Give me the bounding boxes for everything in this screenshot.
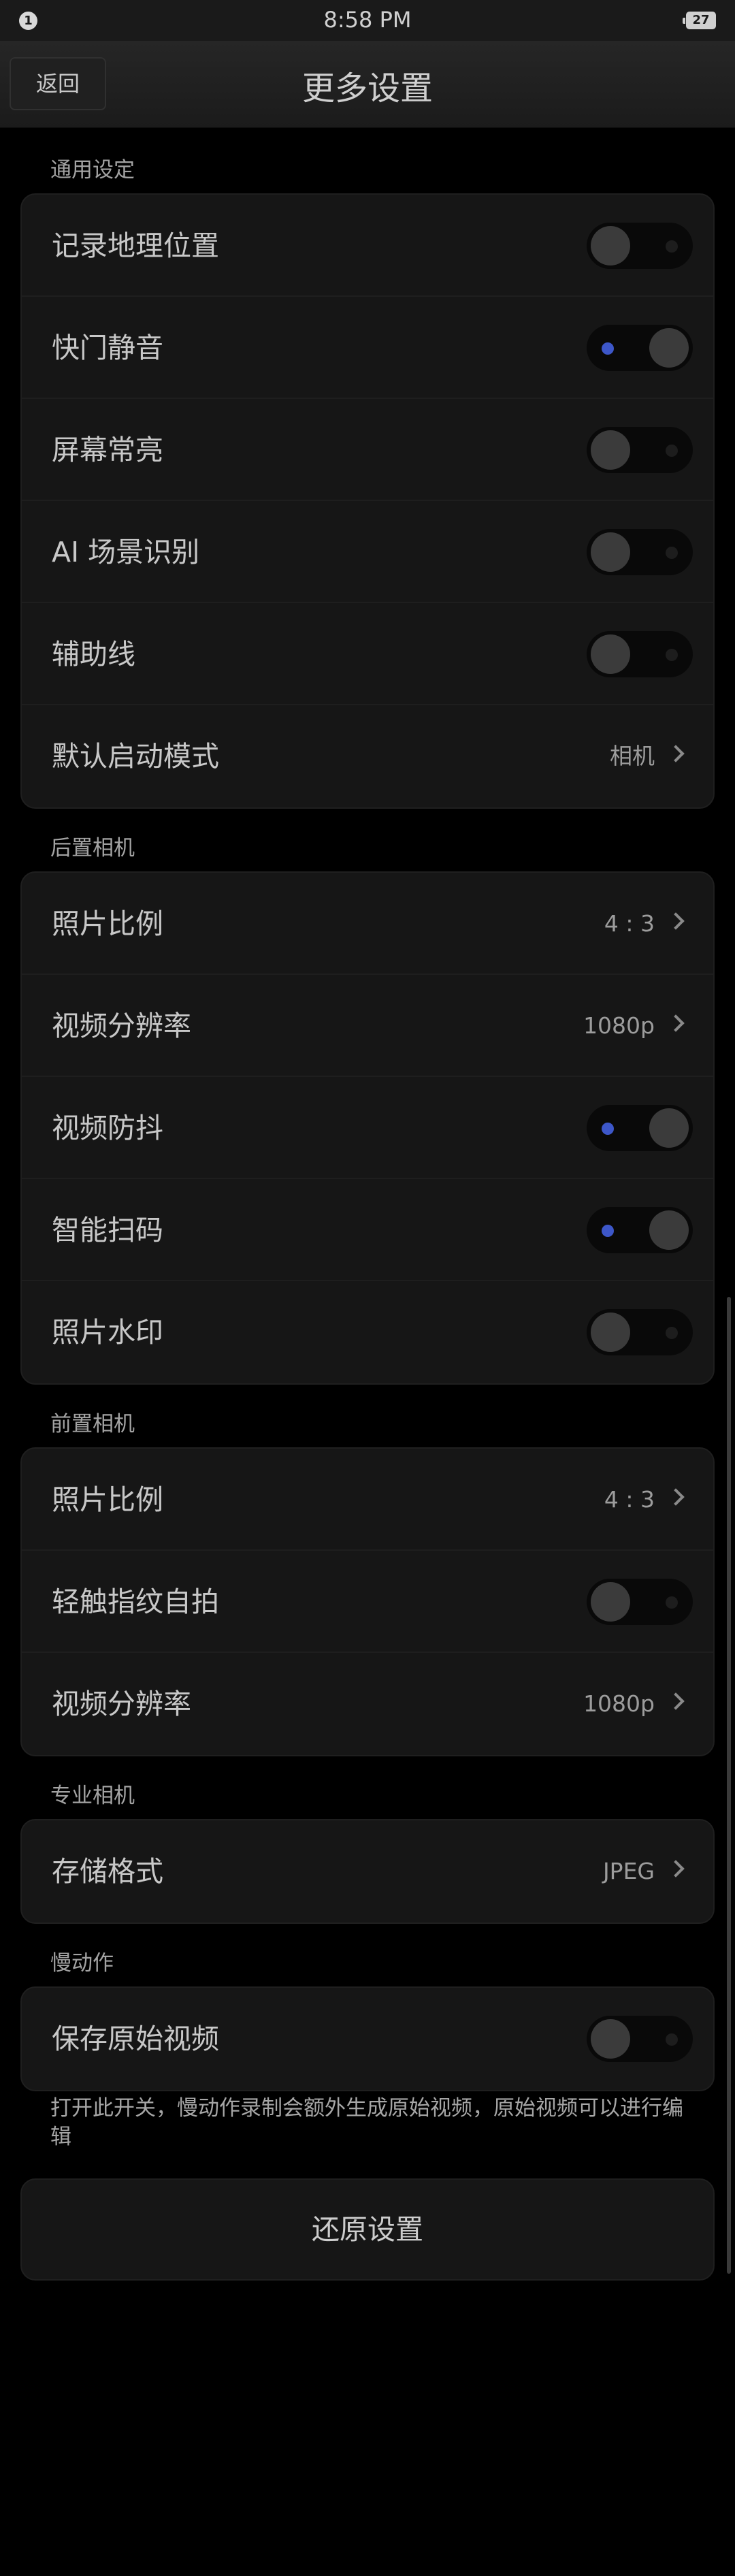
section-label-general: 通用设定	[50, 158, 135, 182]
screen-on-toggle[interactable]	[587, 427, 693, 473]
toggle-indicator-icon	[666, 1327, 678, 1339]
grid-lines-toggle[interactable]	[587, 631, 693, 677]
toggle-indicator-icon	[602, 342, 614, 355]
chevron-right-icon	[667, 912, 685, 930]
setting-value: 1080p	[583, 1012, 655, 1039]
setting-row-grid-lines[interactable]: 辅助线	[22, 603, 713, 705]
location-toggle[interactable]	[587, 223, 693, 269]
section-label-pro-camera: 专业相机	[50, 1784, 135, 1808]
setting-row-ai-scene[interactable]: AI 场景识别	[22, 501, 713, 603]
settings-card-rear-camera: 照片比例 4 : 3 视频分辨率 1080p 视频防抖 智能扫码 照片水印	[20, 871, 715, 1385]
setting-label: 照片水印	[52, 1316, 163, 1349]
chevron-right-icon	[667, 1488, 685, 1506]
setting-row-front-video-resolution[interactable]: 视频分辨率 1080p	[22, 1653, 713, 1755]
section-label-front-camera: 前置相机	[50, 1412, 135, 1436]
toggle-indicator-icon	[666, 2033, 678, 2046]
setting-row-fingerprint-selfie[interactable]: 轻触指纹自拍	[22, 1551, 713, 1653]
video-stabilization-toggle[interactable]	[587, 1105, 693, 1151]
setting-row-rear-video-resolution[interactable]: 视频分辨率 1080p	[22, 975, 713, 1077]
battery-icon: 27	[683, 12, 716, 29]
setting-label: AI 场景识别	[52, 536, 200, 568]
setting-row-video-stabilization[interactable]: 视频防抖	[22, 1077, 713, 1179]
setting-row-smart-scan[interactable]: 智能扫码	[22, 1179, 713, 1281]
setting-label: 轻触指纹自拍	[52, 1585, 219, 1618]
shutter-mute-toggle[interactable]	[587, 325, 693, 371]
setting-label: 快门静音	[52, 332, 163, 364]
photo-watermark-toggle[interactable]	[587, 1309, 693, 1355]
toggle-knob	[649, 1210, 689, 1250]
setting-row-rear-photo-ratio[interactable]: 照片比例 4 : 3	[22, 873, 713, 975]
toggle-knob	[591, 634, 630, 674]
setting-label: 辅助线	[52, 638, 135, 671]
setting-row-front-photo-ratio[interactable]: 照片比例 4 : 3	[22, 1449, 713, 1551]
toggle-indicator-icon	[666, 240, 678, 253]
smart-scan-toggle[interactable]	[587, 1207, 693, 1253]
setting-label: 存储格式	[52, 1855, 163, 1888]
setting-row-photo-watermark[interactable]: 照片水印	[22, 1281, 713, 1383]
reset-settings-button[interactable]: 还原设置	[20, 2178, 715, 2281]
toggle-indicator-icon	[602, 1225, 614, 1237]
chevron-right-icon	[667, 745, 685, 762]
toggle-knob	[591, 2019, 630, 2059]
toggle-knob	[591, 430, 630, 470]
setting-label: 视频分辨率	[52, 1010, 191, 1042]
scrollbar[interactable]	[727, 1297, 731, 2274]
toggle-indicator-icon	[666, 445, 678, 457]
toggle-indicator-icon	[666, 649, 678, 661]
nav-header: 返回 更多设置	[0, 41, 735, 128]
setting-value: 4 : 3	[604, 1486, 655, 1513]
status-bar: 1 8:58 PM 27	[0, 0, 735, 41]
setting-label: 屏幕常亮	[52, 434, 163, 466]
slow-motion-note: 打开此开关，慢动作录制会额外生成原始视频，原始视频可以进行编辑	[50, 2096, 683, 2149]
setting-value: 相机	[610, 743, 655, 769]
chevron-right-icon	[667, 1014, 685, 1032]
setting-label: 记录地理位置	[52, 229, 219, 262]
settings-card-pro-camera: 存储格式 JPEG	[20, 1819, 715, 1924]
setting-label: 默认启动模式	[52, 740, 219, 773]
setting-row-location[interactable]: 记录地理位置	[22, 195, 713, 297]
status-time: 8:58 PM	[323, 7, 412, 33]
fingerprint-selfie-toggle[interactable]	[587, 1579, 693, 1625]
toggle-indicator-icon	[666, 547, 678, 559]
chevron-right-icon	[667, 1692, 685, 1710]
toggle-indicator-icon	[602, 1123, 614, 1135]
setting-label: 智能扫码	[52, 1214, 163, 1246]
toggle-knob	[591, 532, 630, 572]
settings-card-general: 记录地理位置 快门静音 屏幕常亮 AI 场景识别 辅助线 默认启动模式 相机	[20, 193, 715, 809]
toggle-knob	[591, 1582, 630, 1622]
setting-row-storage-format[interactable]: 存储格式 JPEG	[22, 1820, 713, 1922]
toggle-knob	[591, 1313, 630, 1352]
section-label-rear-camera: 后置相机	[50, 836, 135, 860]
setting-label: 照片比例	[52, 1483, 163, 1516]
setting-value: JPEG	[602, 1858, 655, 1884]
setting-row-save-original-video[interactable]: 保存原始视频	[22, 1988, 713, 2090]
setting-label: 视频防抖	[52, 1112, 163, 1144]
setting-row-shutter-mute[interactable]: 快门静音	[22, 297, 713, 399]
toggle-indicator-icon	[666, 1596, 678, 1609]
chevron-right-icon	[667, 1860, 685, 1878]
settings-card-front-camera: 照片比例 4 : 3 轻触指纹自拍 视频分辨率 1080p	[20, 1447, 715, 1756]
toggle-knob	[649, 328, 689, 368]
setting-label: 保存原始视频	[52, 2023, 219, 2055]
setting-row-screen-on[interactable]: 屏幕常亮	[22, 399, 713, 501]
setting-value: 4 : 3	[604, 910, 655, 937]
toggle-knob	[591, 226, 630, 265]
setting-label: 照片比例	[52, 907, 163, 940]
save-original-video-toggle[interactable]	[587, 2016, 693, 2062]
ai-scene-toggle[interactable]	[587, 529, 693, 575]
toggle-knob	[649, 1108, 689, 1148]
settings-card-slow-motion: 保存原始视频	[20, 1986, 715, 2091]
section-label-slow-motion: 慢动作	[50, 1951, 114, 1976]
setting-row-default-mode[interactable]: 默认启动模式 相机	[22, 705, 713, 807]
setting-value: 1080p	[583, 1690, 655, 1717]
setting-label: 视频分辨率	[52, 1688, 191, 1720]
page-title: 更多设置	[301, 69, 433, 108]
